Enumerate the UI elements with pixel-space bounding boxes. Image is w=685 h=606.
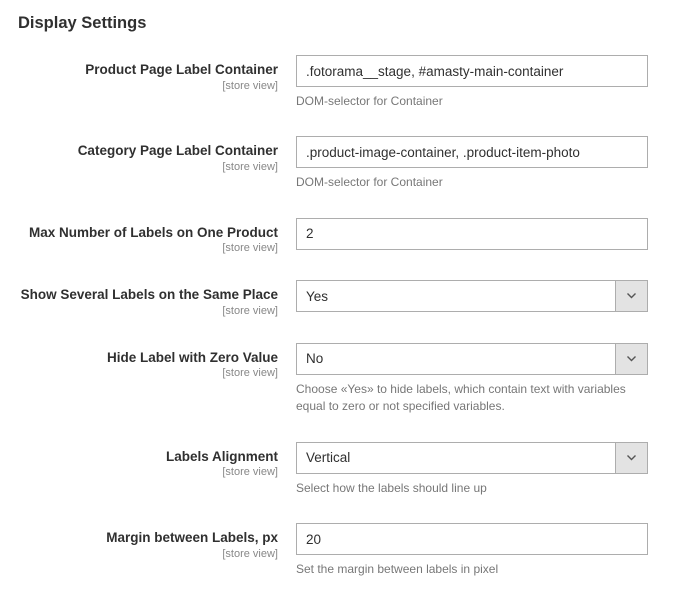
field-margin: Margin between Labels, px [store view] S… [18, 523, 667, 578]
category-page-container-input[interactable] [296, 136, 648, 168]
field-hide-zero: Hide Label with Zero Value [store view] … [18, 343, 667, 416]
field-note: Select how the labels should line up [296, 480, 648, 497]
label-col: Show Several Labels on the Same Place [s… [18, 280, 296, 317]
scope-label: [store view] [18, 466, 278, 478]
scope-label: [store view] [18, 367, 278, 379]
scope-label: [store view] [18, 242, 278, 254]
field-label: Product Page Label Container [18, 61, 278, 79]
control-col: Vertical Select how the labels should li… [296, 442, 648, 497]
label-col: Margin between Labels, px [store view] [18, 523, 296, 560]
margin-input[interactable] [296, 523, 648, 555]
label-col: Category Page Label Container [store vie… [18, 136, 296, 173]
field-product-page-container: Product Page Label Container [store view… [18, 55, 667, 110]
hide-zero-select[interactable]: No [296, 343, 648, 375]
scope-label: [store view] [18, 548, 278, 560]
control-col: Set the margin between labels in pixel [296, 523, 648, 578]
label-col: Hide Label with Zero Value [store view] [18, 343, 296, 380]
field-alignment: Labels Alignment [store view] Vertical S… [18, 442, 667, 497]
select-value: Vertical [297, 443, 615, 473]
field-note: Choose «Yes» to hide labels, which conta… [296, 381, 648, 416]
same-place-select[interactable]: Yes [296, 280, 648, 312]
section-title: Display Settings [18, 14, 667, 33]
field-label: Max Number of Labels on One Product [18, 224, 278, 242]
scope-label: [store view] [18, 80, 278, 92]
field-note: Set the margin between labels in pixel [296, 561, 648, 578]
field-note: DOM-selector for Container [296, 93, 648, 110]
field-label: Labels Alignment [18, 448, 278, 466]
field-label: Margin between Labels, px [18, 529, 278, 547]
chevron-down-icon [615, 281, 647, 311]
field-same-place: Show Several Labels on the Same Place [s… [18, 280, 667, 317]
product-page-container-input[interactable] [296, 55, 648, 87]
control-col [296, 218, 648, 250]
max-labels-input[interactable] [296, 218, 648, 250]
alignment-select[interactable]: Vertical [296, 442, 648, 474]
label-col: Max Number of Labels on One Product [sto… [18, 218, 296, 255]
scope-label: [store view] [18, 305, 278, 317]
scope-label: [store view] [18, 161, 278, 173]
label-col: Product Page Label Container [store view… [18, 55, 296, 92]
field-label: Hide Label with Zero Value [18, 349, 278, 367]
control-col: Yes [296, 280, 648, 312]
label-col: Labels Alignment [store view] [18, 442, 296, 479]
field-category-page-container: Category Page Label Container [store vie… [18, 136, 667, 191]
control-col: No Choose «Yes» to hide labels, which co… [296, 343, 648, 416]
field-label: Category Page Label Container [18, 142, 278, 160]
chevron-down-icon [615, 344, 647, 374]
select-value: No [297, 344, 615, 374]
control-col: DOM-selector for Container [296, 136, 648, 191]
chevron-down-icon [615, 443, 647, 473]
field-note: DOM-selector for Container [296, 174, 648, 191]
field-label: Show Several Labels on the Same Place [18, 286, 278, 304]
select-value: Yes [297, 281, 615, 311]
field-max-labels: Max Number of Labels on One Product [sto… [18, 218, 667, 255]
control-col: DOM-selector for Container [296, 55, 648, 110]
